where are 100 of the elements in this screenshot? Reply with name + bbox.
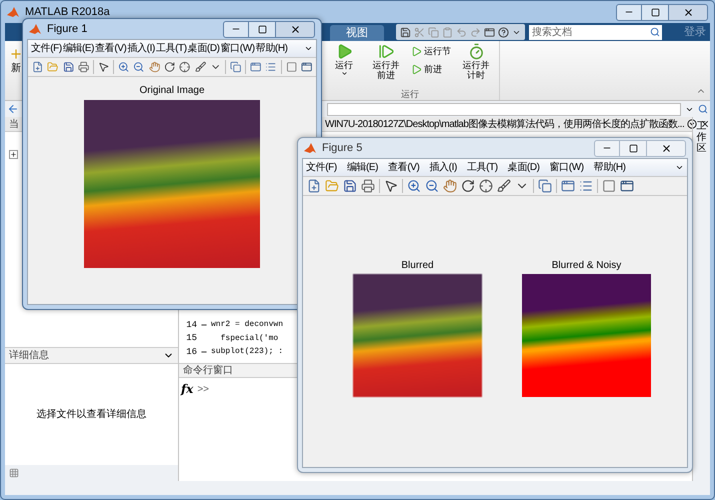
- overflow-icon[interactable]: [675, 163, 684, 172]
- ribbon-tab[interactable]: 视图: [330, 25, 384, 41]
- menu-item[interactable]: 查看(V): [95, 41, 126, 56]
- linked-plot-icon[interactable]: [230, 60, 242, 74]
- layout-icon[interactable]: [9, 468, 19, 478]
- maximize-button[interactable]: [642, 4, 668, 20]
- show-tools-icon[interactable]: [300, 60, 312, 74]
- play-icon: [411, 46, 422, 58]
- ribbon-button[interactable]: 前进: [411, 62, 451, 76]
- menu-item[interactable]: 窗口(W): [220, 41, 255, 56]
- close-icon: [290, 24, 300, 34]
- close-icon: [682, 6, 694, 18]
- zoom-out-icon[interactable]: [425, 179, 439, 193]
- colorbar-icon[interactable]: [561, 179, 575, 193]
- ribbon-button[interactable]: 运行并计时: [459, 43, 493, 80]
- overflow-icon[interactable]: [304, 44, 313, 53]
- ribbon-button[interactable]: 运行并前进: [369, 43, 403, 80]
- ribbon-label[interactable]: 新: [11, 61, 21, 76]
- line-number: 15: [185, 332, 197, 345]
- show-tools-icon[interactable]: [620, 179, 634, 193]
- printer-icon[interactable]: [361, 179, 375, 193]
- menu-item[interactable]: 桌面(D): [188, 41, 220, 56]
- side-panel-tab[interactable]: 工作区: [696, 121, 706, 154]
- ribbon-button[interactable]: 运行节: [411, 45, 451, 58]
- panel-title: 详细信息: [9, 348, 49, 363]
- matlab-logo-icon: [29, 23, 41, 35]
- search-field[interactable]: 搜索文档: [529, 24, 647, 40]
- help-icon[interactable]: [498, 26, 509, 38]
- menu-item[interactable]: 帮助(H): [594, 160, 626, 175]
- code-line: wnr2 = deconvwn: [211, 319, 284, 332]
- new-file-icon[interactable]: [32, 60, 44, 74]
- menu-item[interactable]: 插入(I): [127, 41, 155, 56]
- save-icon[interactable]: [400, 26, 411, 38]
- expand-icon[interactable]: [9, 150, 18, 159]
- close-button[interactable]: [275, 20, 315, 38]
- matlab-logo-icon: [304, 142, 316, 154]
- menu-item[interactable]: 编辑(E): [62, 41, 94, 56]
- save-icon[interactable]: [343, 179, 357, 193]
- menu-item[interactable]: 工具(T): [466, 160, 498, 175]
- menu-item[interactable]: 桌面(D): [508, 160, 540, 175]
- play-icon: [411, 64, 422, 75]
- menu-item[interactable]: 文件(F): [31, 41, 62, 56]
- menu-item[interactable]: 工具(T): [156, 41, 187, 56]
- code-line: fspecial('mo: [220, 332, 278, 345]
- close-icon: [660, 142, 672, 154]
- menu-item[interactable]: 插入(I): [429, 160, 457, 175]
- search-icon[interactable]: [698, 104, 708, 114]
- menu-item[interactable]: 帮助(H): [256, 41, 288, 56]
- command-prompt: >>: [197, 383, 210, 397]
- search-icon: [650, 27, 660, 37]
- options-icon[interactable]: [687, 119, 698, 129]
- panel-title: 命令行窗口: [183, 364, 233, 378]
- axes-title: Blurred: [401, 259, 434, 273]
- menu-item[interactable]: 编辑(E): [346, 160, 378, 175]
- hide-tools-icon[interactable]: [602, 179, 616, 193]
- plus-icon[interactable]: [9, 47, 23, 61]
- rotate-icon[interactable]: [164, 60, 176, 74]
- linked-plot-icon[interactable]: [538, 179, 552, 193]
- maximize-button[interactable]: [620, 140, 646, 156]
- line-number: 14: [185, 318, 197, 332]
- zoom-in-icon[interactable]: [407, 179, 421, 193]
- clipboard-icon[interactable]: [442, 26, 453, 38]
- maximize-icon: [650, 8, 660, 16]
- colorbar-icon[interactable]: [250, 60, 262, 74]
- axes-title: Original Image: [139, 84, 205, 98]
- crosshair-icon[interactable]: [179, 60, 191, 74]
- crosshair-icon[interactable]: [479, 179, 493, 193]
- window-icon[interactable]: [484, 26, 495, 38]
- path-field[interactable]: [327, 102, 681, 116]
- caret-icon: [340, 70, 348, 77]
- brush-icon[interactable]: [194, 60, 206, 74]
- timer-icon: [468, 43, 484, 60]
- line-number: 16: [185, 346, 197, 358]
- ribbon-button[interactable]: 运行: [327, 43, 361, 77]
- search-button[interactable]: [647, 24, 662, 40]
- hide-tools-icon[interactable]: [286, 60, 297, 74]
- pointer-icon[interactable]: [98, 60, 110, 74]
- close-button[interactable]: [646, 140, 686, 156]
- function-button[interactable]: fx: [181, 380, 194, 398]
- maximize-button[interactable]: [249, 20, 275, 38]
- printer-icon[interactable]: [78, 60, 90, 74]
- rotate-icon[interactable]: [461, 179, 475, 193]
- save-icon[interactable]: [62, 60, 74, 74]
- new-file-icon[interactable]: [307, 179, 321, 193]
- path-text: WIN7U-20180127Z\Desktop\matlab图像去模糊算法代码，使用两倍长度的点扩散函数...: [325, 118, 684, 132]
- window-title: MATLAB R2018a: [25, 4, 110, 20]
- pointer-icon[interactable]: [384, 179, 398, 193]
- back-arrow-icon[interactable]: [7, 103, 19, 115]
- menu-item[interactable]: 查看(V): [388, 160, 420, 175]
- panel-title: 当: [9, 118, 19, 132]
- maximize-icon: [628, 144, 638, 152]
- axes-title: Blurred & Noisy: [552, 259, 622, 273]
- maximize-icon: [258, 24, 266, 34]
- window-title: Figure 1: [47, 22, 88, 37]
- close-button[interactable]: [668, 4, 708, 20]
- zoom-out-icon[interactable]: [133, 60, 145, 74]
- brush-icon[interactable]: [497, 179, 511, 193]
- menu-item[interactable]: 窗口(W): [550, 160, 584, 175]
- menu-item[interactable]: 文件(F): [306, 160, 337, 175]
- zoom-in-icon[interactable]: [118, 60, 130, 74]
